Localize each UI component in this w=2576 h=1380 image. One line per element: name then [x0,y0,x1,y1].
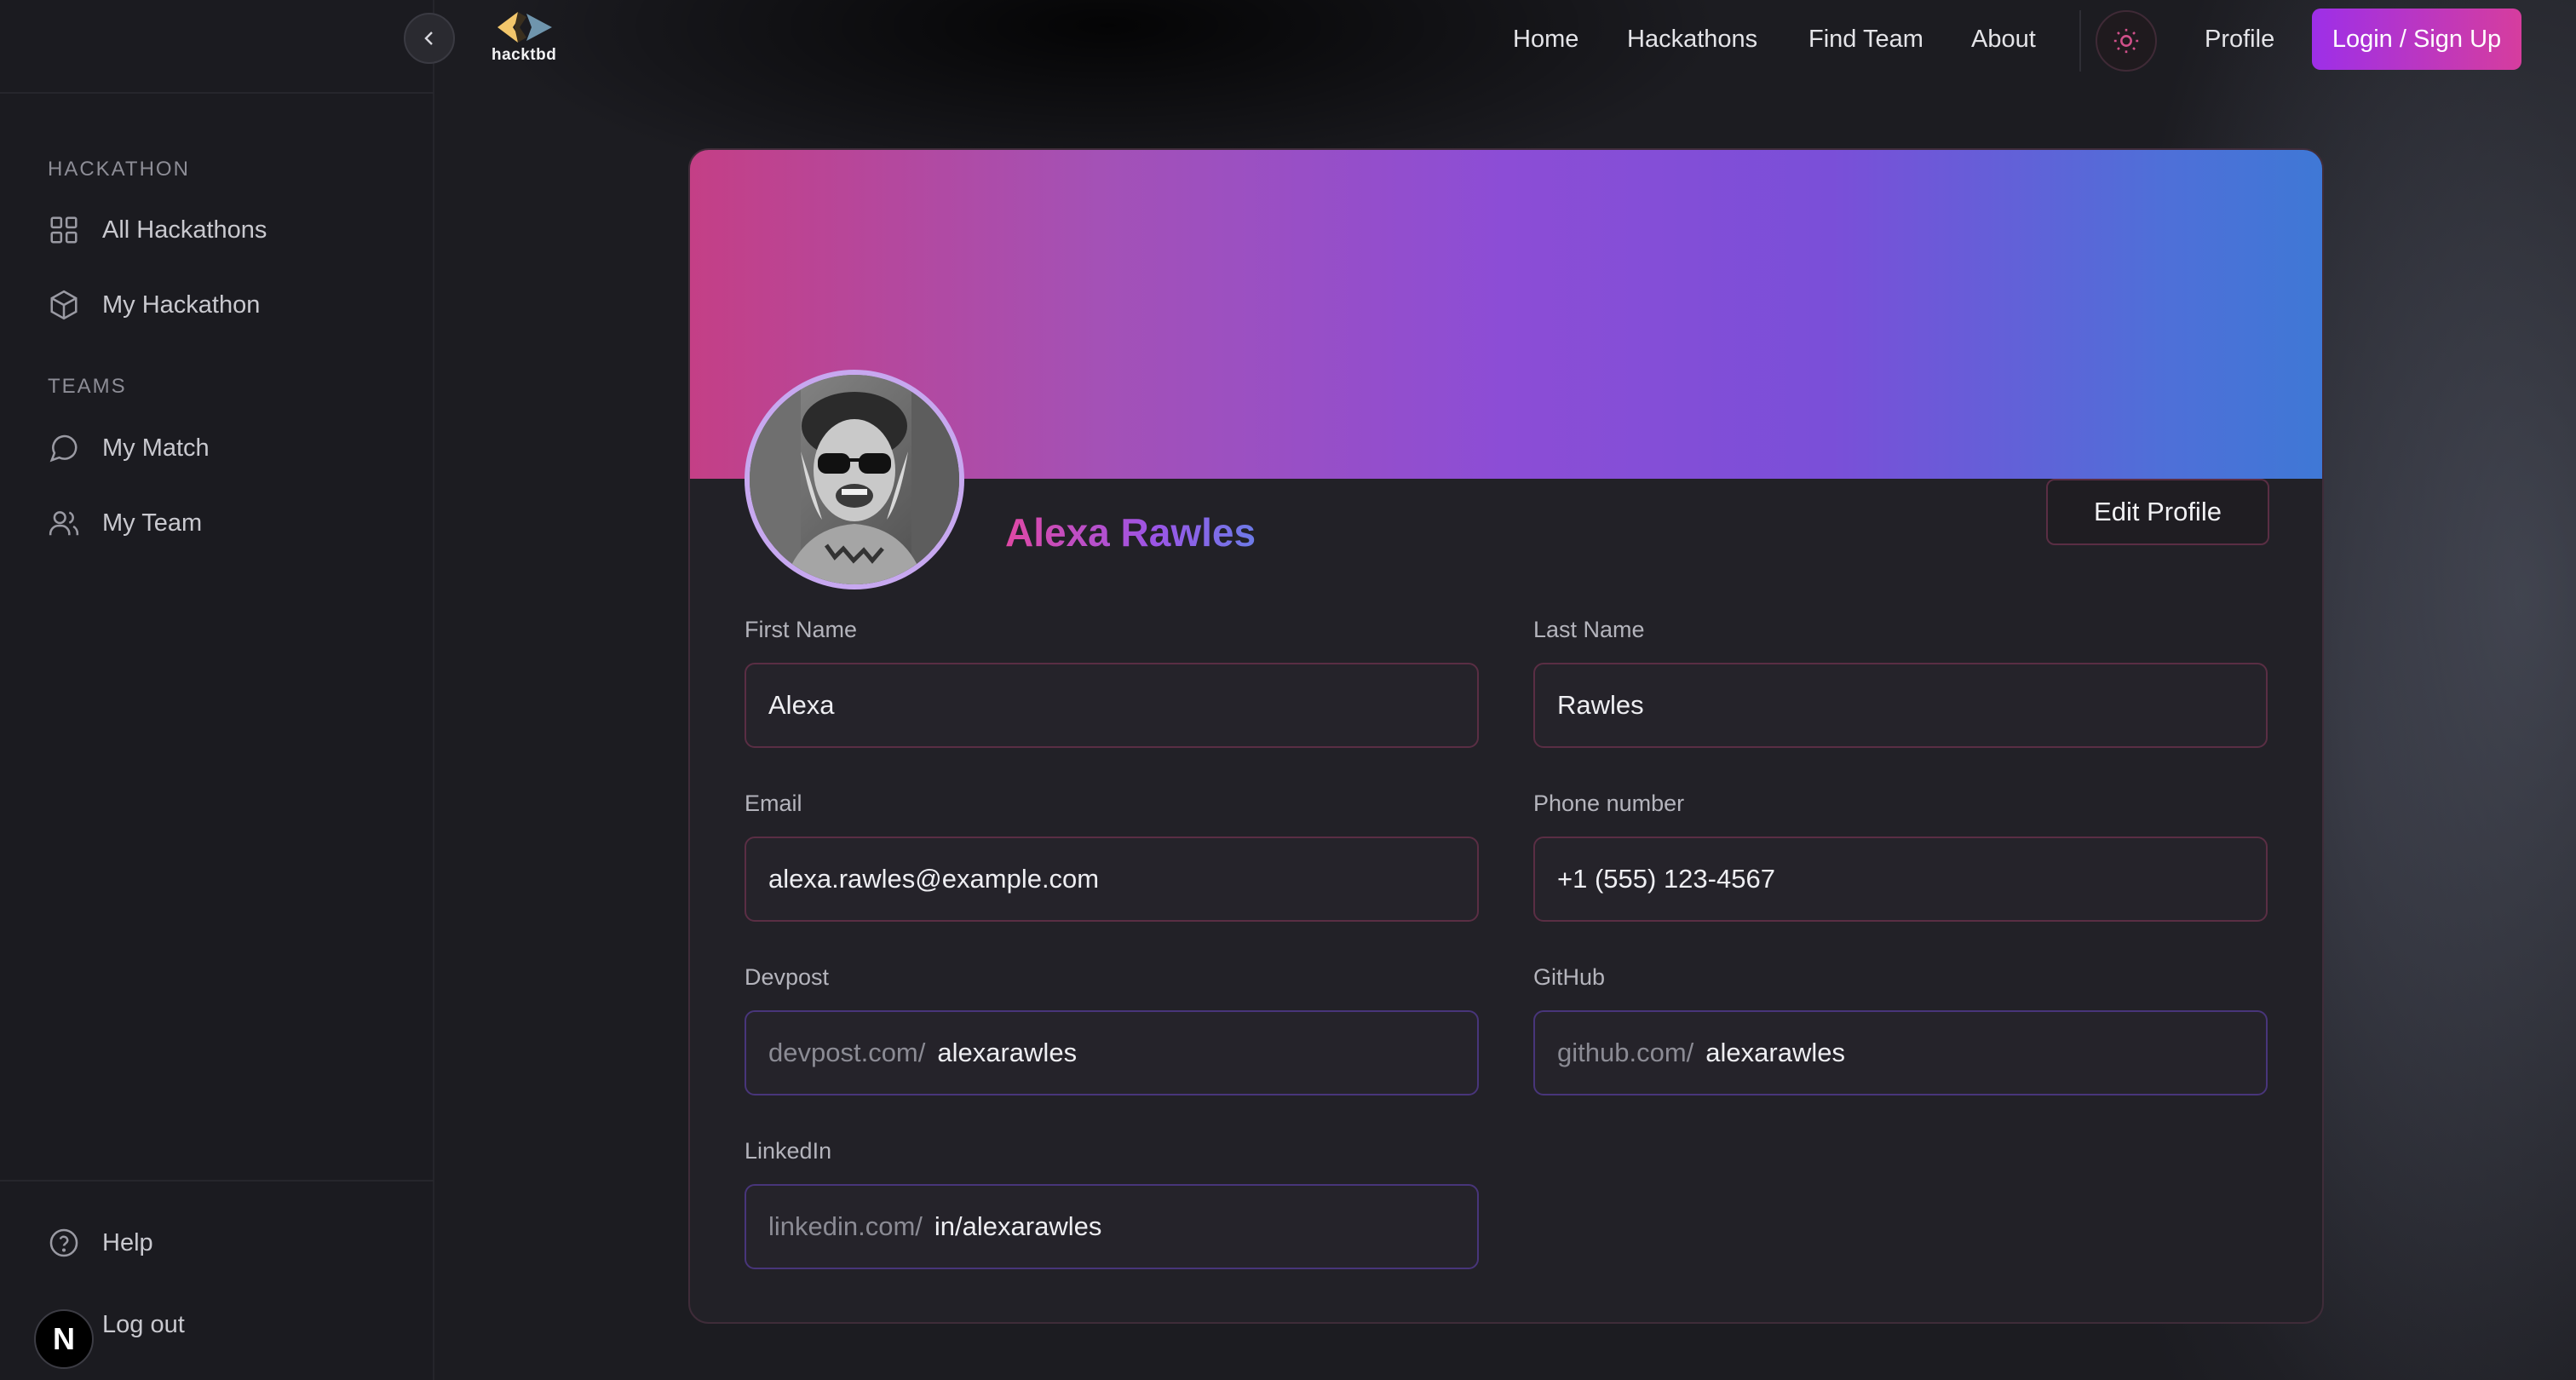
user-avatar[interactable]: N [34,1309,94,1369]
devpost-value: alexarawles [937,1038,1078,1067]
sidebar-item-my-match[interactable]: My Match [48,424,210,472]
last-name-value: Rawles [1557,690,1644,720]
sidebar: HACKATHON All Hackathons My Hackathon TE… [0,0,434,1380]
brand-name: hacktbd [492,46,557,64]
sidebar-item-label: All Hackathons [102,216,267,244]
login-signup-button[interactable]: Login / Sign Up [2312,9,2521,70]
logo-mark-icon [497,12,552,43]
sidebar-section-hackathon: HACKATHON [48,158,190,181]
theme-toggle-button[interactable] [2096,10,2157,72]
nav-divider [2079,10,2081,72]
sidebar-item-label: My Team [102,509,203,537]
linkedin-field[interactable]: linkedin.com/ in/alexarawles [745,1184,1479,1269]
chat-bubble-icon [48,432,80,464]
nav-profile[interactable]: Profile [2205,26,2274,54]
github-label: GitHub [1533,964,1606,990]
profile-card: Alexa Rawles Edit Profile First Name Ale… [688,148,2324,1324]
profile-name: Alexa Rawles [1005,510,1256,555]
sidebar-item-my-team[interactable]: My Team [48,499,202,547]
sidebar-divider [0,92,434,94]
last-name-field[interactable]: Rawles [1533,663,2268,748]
help-circle-icon [48,1227,80,1259]
last-name-label: Last Name [1533,617,1645,642]
first-name-field[interactable]: Alexa [745,663,1479,748]
github-prefix: github.com/ [1557,1038,1694,1067]
linkedin-label: LinkedIn [745,1138,832,1164]
edit-profile-button[interactable]: Edit Profile [2046,479,2269,545]
github-value: alexarawles [1705,1038,1845,1067]
first-name-label: First Name [745,617,858,642]
sidebar-item-label: Help [102,1228,153,1256]
profile-photo [750,375,959,584]
devpost-field[interactable]: devpost.com/ alexarawles [745,1010,1479,1095]
sidebar-item-my-hackathon[interactable]: My Hackathon [48,281,260,329]
profile-avatar [745,370,964,589]
nav-hackathons[interactable]: Hackathons [1627,26,1757,54]
sun-icon [2112,26,2141,55]
sidebar-collapse-button[interactable] [404,13,455,64]
sidebar-item-label: Log out [102,1310,185,1338]
phone-field[interactable]: +1 (555) 123-4567 [1533,837,2268,922]
sidebar-item-label: My Hackathon [102,290,261,319]
nav-find-team[interactable]: Find Team [1808,26,1923,54]
email-field[interactable]: alexa.rawles@example.com [745,837,1479,922]
sidebar-item-label: My Match [102,434,210,462]
nav-about[interactable]: About [1971,26,2036,54]
linkedin-value: in/alexarawles [934,1211,1102,1241]
cube-icon [48,289,80,321]
email-value: alexa.rawles@example.com [768,864,1100,894]
sidebar-item-help[interactable]: Help [48,1219,153,1267]
sidebar-item-logout[interactable]: Log out [102,1301,185,1348]
chevron-left-icon [419,28,440,49]
sidebar-item-all-hackathons[interactable]: All Hackathons [48,206,267,254]
sidebar-section-teams: TEAMS [48,375,127,398]
github-field[interactable]: github.com/ alexarawles [1533,1010,2268,1095]
sidebar-divider [0,1180,434,1182]
linkedin-prefix: linkedin.com/ [768,1211,923,1241]
grid-icon [48,214,80,246]
phone-label: Phone number [1533,791,1685,816]
devpost-label: Devpost [745,964,830,990]
nav-home[interactable]: Home [1513,26,1578,54]
email-label: Email [745,791,802,816]
phone-value: +1 (555) 123-4567 [1557,864,1775,894]
users-icon [48,507,80,539]
devpost-prefix: devpost.com/ [768,1038,926,1067]
first-name-value: Alexa [768,690,835,720]
